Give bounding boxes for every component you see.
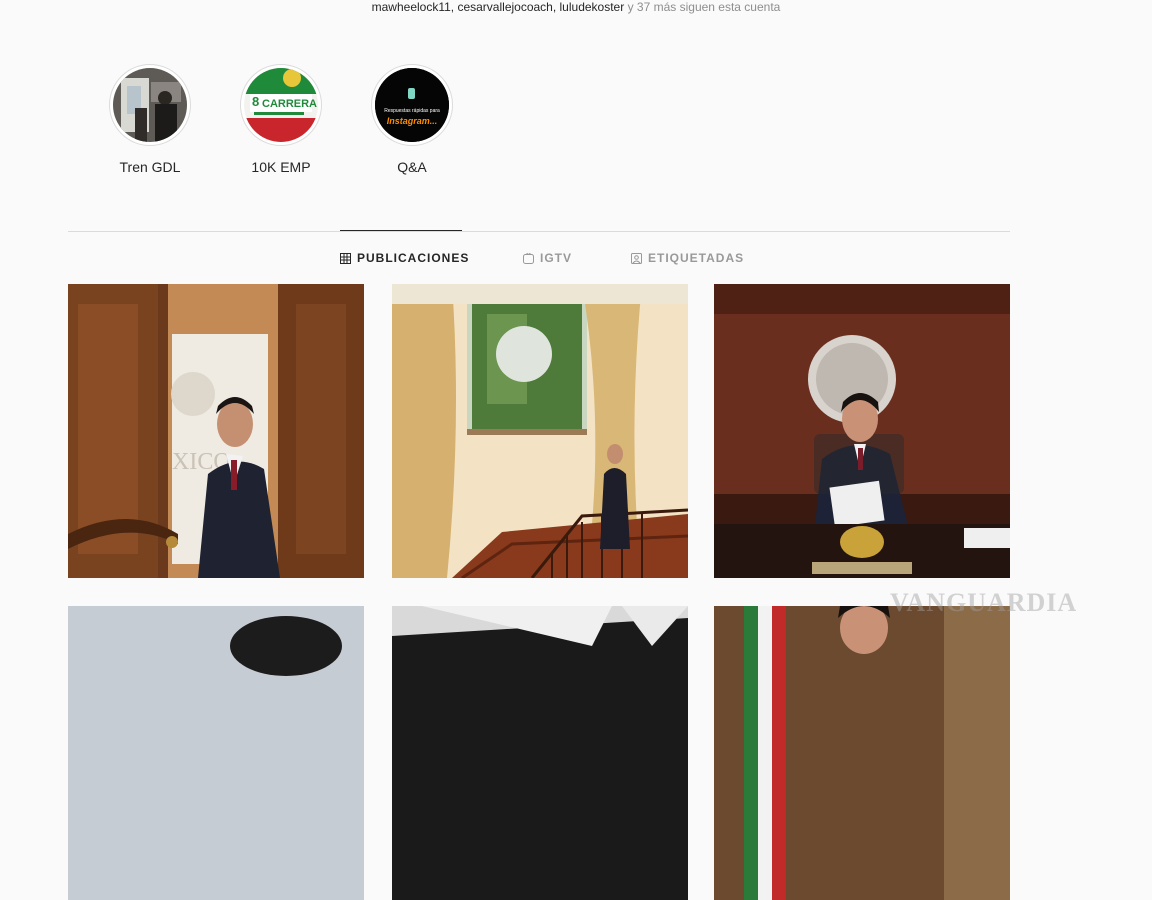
highlight-qa[interactable]: Respuestas rápidas para Instagram... Q&A (370, 64, 454, 175)
followed-by-names[interactable]: mawheelock11, cesarvallejocoach, luludek… (372, 0, 625, 14)
highlight-ring: Respuestas rápidas para Instagram... (371, 64, 453, 146)
tabs-divider (68, 231, 1010, 232)
highlight-label: 10K EMP (251, 159, 311, 175)
tagged-icon (631, 252, 642, 264)
post-thumbnail[interactable] (68, 606, 364, 900)
tab-publicaciones[interactable]: PUBLICACIONES (340, 251, 469, 265)
profile-tabs: PUBLICACIONES IGTV ETIQUETADAS (0, 251, 1152, 267)
highlight-label: Q&A (397, 159, 427, 175)
tab-label: IGTV (540, 251, 573, 265)
qa-poster-icon: Respuestas rápidas para Instagram... (375, 68, 449, 142)
race-cover-number: 8 (252, 94, 259, 109)
tab-etiquetadas[interactable]: ETIQUETADAS (631, 251, 744, 265)
post-thumbnail[interactable] (392, 606, 688, 900)
highlight-tren-gdl[interactable]: Tren GDL (108, 64, 192, 175)
race-poster-icon: 8 CARRERA (244, 68, 318, 142)
highlight-10k-emp[interactable]: 8 CARRERA 10K EMP (239, 64, 323, 175)
story-highlights: Tren GDL 8 CARRERA 10K EMP Respuestas rá… (108, 64, 501, 175)
followed-by-text: mawheelock11, cesarvallejocoach, luludek… (0, 0, 1152, 14)
tab-label: ETIQUETADAS (648, 251, 745, 265)
tab-igtv[interactable]: IGTV (523, 251, 572, 265)
igtv-icon (523, 252, 534, 264)
tab-label: PUBLICACIONES (357, 251, 470, 265)
post-thumbnail[interactable] (714, 284, 1010, 578)
active-tab-indicator (340, 230, 462, 231)
race-cover-text: CARRERA (262, 98, 317, 110)
train-photo-icon (113, 68, 187, 142)
post-thumbnail[interactable] (714, 606, 1010, 900)
watermark-logo: VANGUARDIA (890, 588, 1078, 617)
post-thumbnail[interactable]: XICO (68, 284, 364, 578)
highlight-ring (109, 64, 191, 146)
grid-icon (340, 252, 351, 264)
highlight-label: Tren GDL (119, 159, 181, 175)
qa-cover-line2: Instagram... (387, 116, 438, 126)
post-thumbnail[interactable] (392, 284, 688, 578)
highlight-ring: 8 CARRERA (240, 64, 322, 146)
qa-cover-line1: Respuestas rápidas para (384, 108, 440, 114)
followed-by-suffix: y 37 más siguen esta cuenta (627, 0, 781, 14)
